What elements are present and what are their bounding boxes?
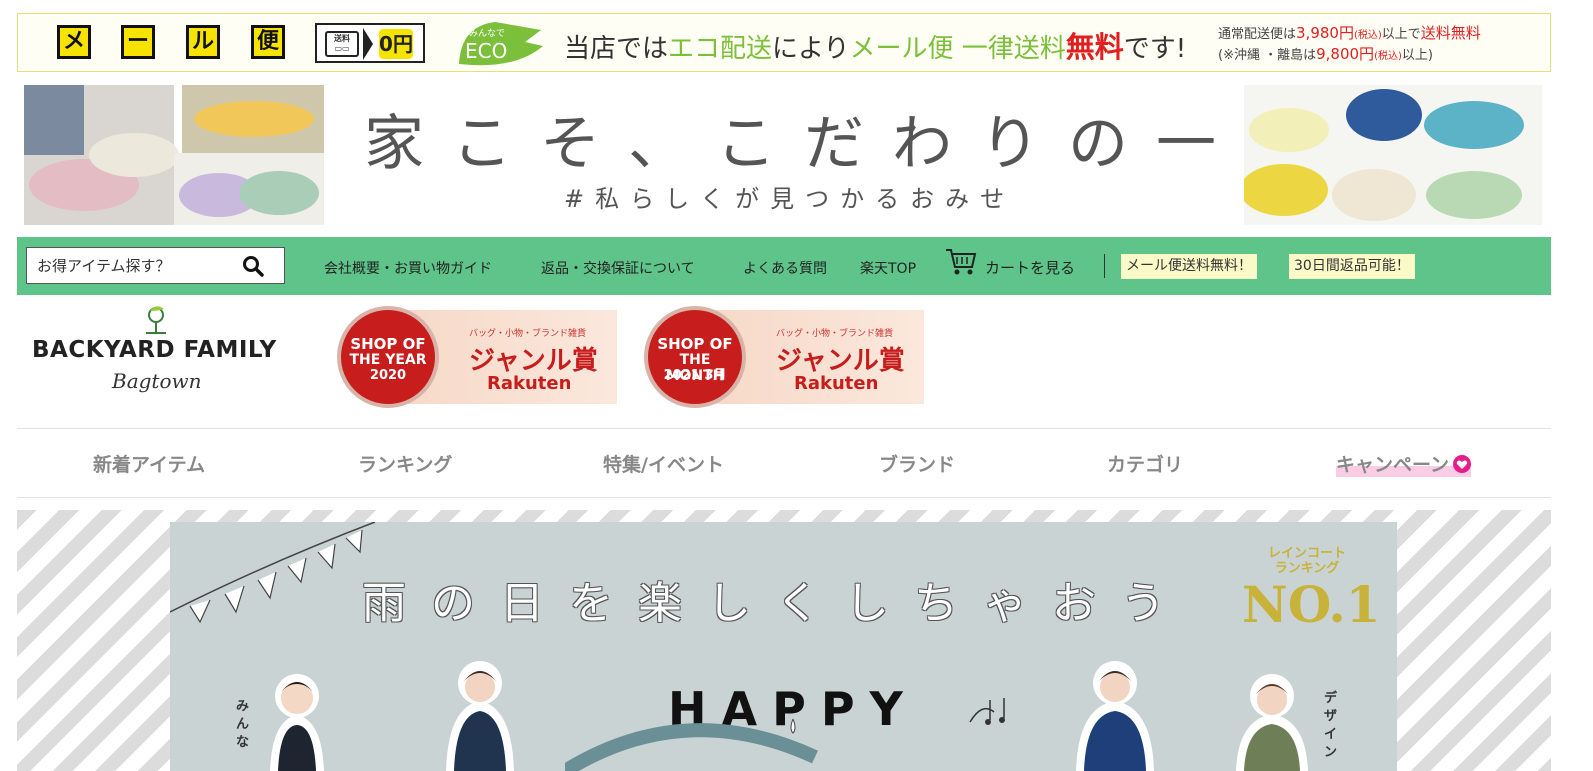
award-genre: ジャンル賞 bbox=[776, 346, 905, 376]
seal-line1: SHOP OF bbox=[657, 335, 733, 353]
shipping-note: 通常配送便は3,980円(税込)以上で送料無料 (※沖縄 ・離島は9,800円(… bbox=[1218, 24, 1481, 66]
eco-text-mid: により bbox=[772, 34, 850, 64]
eco-badge-main: ECO bbox=[465, 39, 507, 63]
nav-ranking[interactable]: ランキング bbox=[358, 450, 452, 477]
eco-delivery-message: 当店ではエコ配送によりメール便 一律送料無料です! bbox=[564, 24, 1186, 66]
mail-kana-bin: 便 bbox=[251, 25, 285, 59]
side-text-right: デザイン bbox=[1324, 691, 1338, 760]
umbrella-graphic bbox=[565, 718, 818, 771]
shipping-note-line1: 通常配送便は3,980円(税込)以上で送料無料 bbox=[1218, 24, 1481, 45]
nav-campaign[interactable]: キャンペーン bbox=[1336, 450, 1472, 477]
award-shop-of-the-month[interactable]: SHOP OF THE MONTH 2021 3月 バッグ・小物・ブランド雑貨 … bbox=[644, 306, 924, 408]
award-brand: Rakuten bbox=[794, 373, 879, 394]
link-returns[interactable]: 返品・交換保証について bbox=[541, 258, 695, 278]
hero-subtitle: #私らしくが見つかるおみせ bbox=[564, 185, 1016, 213]
seal-line3: 2020 bbox=[369, 368, 407, 383]
model-photo-4 bbox=[1236, 674, 1308, 771]
bunting-flags-icon bbox=[170, 522, 376, 624]
arrow-icon bbox=[363, 28, 373, 60]
slippers-photo-left bbox=[24, 85, 324, 225]
category-nav: 新着アイテム ランキング 特集/イベント ブランド カテゴリ キャンペーン bbox=[17, 428, 1551, 498]
rain-banner-title: 雨の日を楽しくしちゃおう bbox=[362, 578, 1190, 629]
link-faq[interactable]: よくある質問 bbox=[743, 258, 827, 278]
hero-banner[interactable]: 家こそ、こだわりの一足を #私らしくが見つかるおみせ bbox=[24, 85, 1542, 225]
slippers-photo-right bbox=[1244, 85, 1542, 225]
note1-amount: 3,980円 bbox=[1296, 24, 1354, 42]
ranking-no1: NO.1 bbox=[1242, 575, 1381, 634]
heart-icon bbox=[1453, 455, 1472, 473]
model-photo-2 bbox=[446, 661, 514, 771]
note2-tax: (税込) bbox=[1374, 51, 1402, 62]
search-icon[interactable] bbox=[242, 255, 264, 277]
nav-divider bbox=[1104, 254, 1105, 278]
nav-category[interactable]: カテゴリ bbox=[1107, 450, 1183, 477]
ranking-line1: レインコート bbox=[1267, 546, 1346, 561]
nav-features-events[interactable]: 特集/イベント bbox=[603, 450, 724, 477]
free-shipping-badge: 送料 ▭▭ 0円 bbox=[315, 23, 425, 63]
raincoat-ranking-badge: レインコート ランキング NO.1 bbox=[1242, 546, 1381, 646]
store-logo[interactable]: BACKYARD FAMILY Bagtown bbox=[32, 303, 302, 401]
nav-campaign-label: キャンペーン bbox=[1336, 454, 1450, 476]
zero-yen-label: 0円 bbox=[379, 29, 413, 59]
note1-mid: 以上で bbox=[1381, 27, 1421, 42]
link-rakuten-top[interactable]: 楽天TOP bbox=[860, 258, 916, 278]
side-text-left: みんな bbox=[236, 699, 250, 750]
mail-kana-ru: ル bbox=[186, 25, 220, 59]
note2-suffix: 以上) bbox=[1401, 48, 1433, 63]
mail-kana-dash: ー bbox=[121, 25, 155, 59]
link-company-guide[interactable]: 会社概要・お買い物ガイド bbox=[324, 258, 492, 278]
ranking-line2: ランキング bbox=[1274, 561, 1340, 576]
seal-line2: THE YEAR bbox=[349, 352, 427, 368]
award-caption: バッグ・小物・ブランド雑貨 bbox=[469, 329, 587, 339]
utility-nav-bar: 会社概要・お買い物ガイド 返品・交換保証について よくある質問 楽天TOP カー… bbox=[17, 237, 1551, 295]
cart-icon[interactable] bbox=[945, 247, 977, 277]
promo-30day-return[interactable]: 30日間返品可能！ bbox=[1289, 254, 1415, 279]
mail-shipping-banner[interactable]: メ ー ル 便 送料 ▭▭ 0円 みんなで ECO 当店ではエコ配送によりメール便… bbox=[17, 13, 1551, 72]
note1-prefix: 通常配送便は bbox=[1218, 27, 1297, 42]
note1-free: 送料無料 bbox=[1420, 24, 1481, 42]
search-input[interactable] bbox=[37, 248, 237, 283]
logo-sub-text: Bagtown bbox=[112, 369, 202, 393]
note1-tax: (税込) bbox=[1353, 30, 1382, 41]
nav-brand[interactable]: ブランド bbox=[879, 450, 955, 477]
promo-mail-free[interactable]: メール便送料無料！ bbox=[1121, 254, 1257, 279]
shipping-note-line2: (※沖縄 ・離島は9,800円(税込)以上) bbox=[1218, 45, 1481, 66]
note2-amount: 9,800円 bbox=[1316, 45, 1375, 63]
model-photo-3 bbox=[1076, 661, 1154, 771]
logo-main-text: BACKYARD FAMILY bbox=[32, 337, 277, 363]
eco-text-free: 無料 bbox=[1065, 30, 1124, 64]
award-genre: ジャンル賞 bbox=[469, 346, 598, 376]
nav-new-items[interactable]: 新着アイテム bbox=[93, 450, 205, 477]
rain-day-campaign-banner[interactable]: 雨の日を楽しくしちゃおう レインコート ランキング NO.1 HAPPY みんな… bbox=[170, 522, 1397, 771]
mail-kana-me: メ bbox=[57, 25, 91, 59]
award-shop-of-the-year[interactable]: SHOP OF THE YEAR 2020 バッグ・小物・ブランド雑貨 ジャンル… bbox=[337, 306, 617, 408]
truck-icon: 送料 ▭▭ bbox=[325, 31, 359, 57]
truck-label: 送料 bbox=[334, 34, 350, 43]
award-seal: SHOP OF THE YEAR 2020 bbox=[337, 306, 439, 408]
award-caption: バッグ・小物・ブランド雑貨 bbox=[776, 329, 894, 339]
eco-text-prefix: 当店では bbox=[564, 34, 669, 64]
eco-text-green2: メール便 一律送料 bbox=[849, 34, 1066, 64]
eco-leaf-icon: みんなで ECO bbox=[459, 22, 543, 66]
logo-sprout-icon bbox=[146, 306, 166, 334]
search-box bbox=[26, 247, 285, 284]
music-note-icon bbox=[969, 698, 1005, 725]
link-view-cart[interactable]: カートを見る bbox=[985, 257, 1075, 278]
award-seal: SHOP OF THE MONTH 2021 3月 bbox=[644, 306, 746, 408]
eco-text-suffix: です! bbox=[1123, 34, 1187, 64]
award-brand: Rakuten bbox=[487, 373, 572, 394]
eco-badge-top: みんなで bbox=[469, 28, 505, 39]
note2-prefix: (※沖縄 ・離島は bbox=[1218, 48, 1317, 63]
seal-line1: SHOP OF bbox=[350, 335, 426, 353]
eco-text-green1: エコ配送 bbox=[668, 34, 773, 64]
seal-line3: 2021 3月 bbox=[663, 368, 727, 383]
model-photo-1 bbox=[270, 674, 324, 771]
